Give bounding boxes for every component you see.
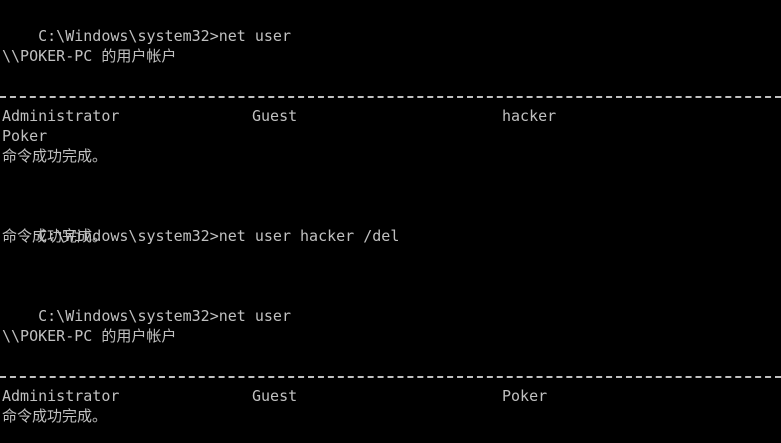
user-name: Poker bbox=[2, 127, 48, 145]
command-line: C:\Windows\system32>net user bbox=[2, 286, 291, 325]
command-line: C:\Windows\system32>net user hacker /del bbox=[2, 206, 399, 245]
success-message: 命令成功完成。 bbox=[2, 407, 108, 425]
dashed-separator bbox=[0, 376, 781, 378]
accounts-header: \\POKER-PC 的用户帐户 bbox=[2, 47, 177, 65]
user-name: Administrator bbox=[2, 107, 120, 125]
user-name: Guest bbox=[252, 107, 298, 125]
command-prompt-console[interactable]: C:\Windows\system32>net user \\POKER-PC … bbox=[0, 0, 781, 443]
user-name: Poker bbox=[502, 387, 548, 405]
command-text: net user hacker /del bbox=[218, 227, 400, 245]
command-line: C:\Windows\system32>net user bbox=[2, 6, 291, 45]
prompt-path: C:\Windows\system32> bbox=[38, 307, 219, 325]
success-message: 命令成功完成。 bbox=[2, 147, 108, 165]
dashed-separator bbox=[0, 96, 781, 98]
accounts-header: \\POKER-PC 的用户帐户 bbox=[2, 327, 177, 345]
success-message: 命令成功完成。 bbox=[2, 227, 108, 245]
command-text: net user bbox=[218, 307, 291, 325]
command-text: net user bbox=[218, 27, 291, 45]
user-name: hacker bbox=[502, 107, 557, 125]
user-name: Guest bbox=[252, 387, 298, 405]
user-name: Administrator bbox=[2, 387, 120, 405]
prompt-path: C:\Windows\system32> bbox=[38, 27, 219, 45]
